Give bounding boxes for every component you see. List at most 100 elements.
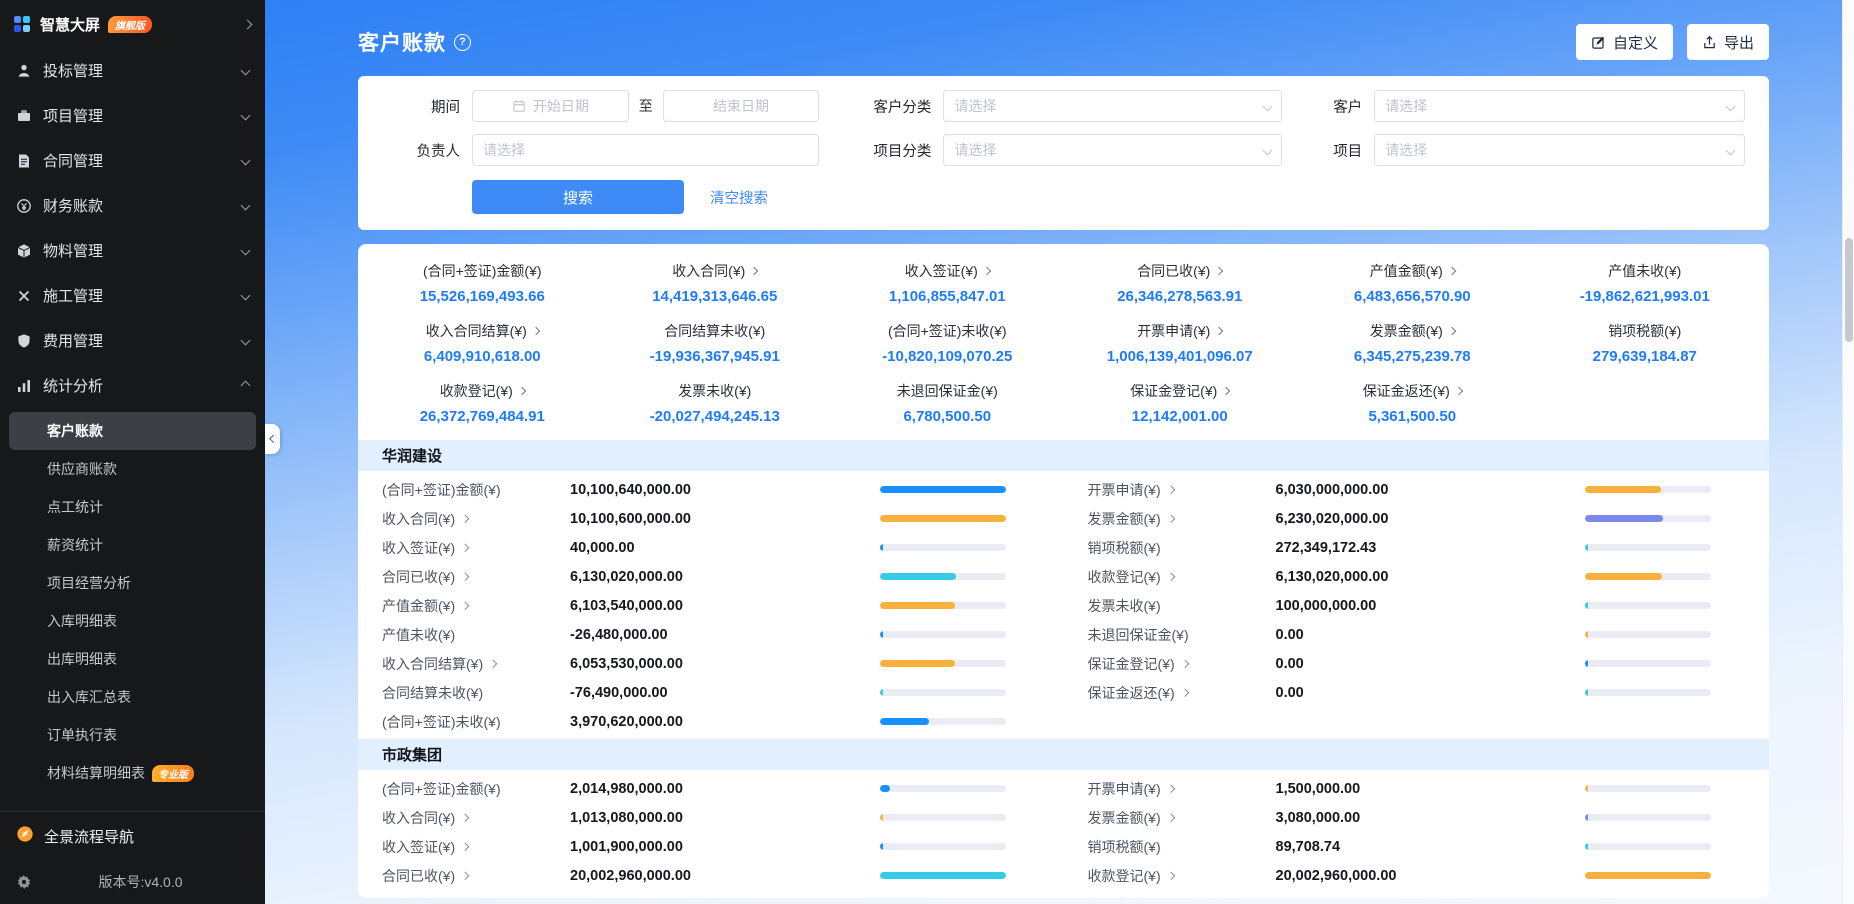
manager-input[interactable]: [472, 134, 820, 166]
material-icon: [16, 243, 32, 259]
search-button[interactable]: 搜索: [472, 180, 684, 214]
scrollbar-thumb[interactable]: [1845, 238, 1853, 342]
sidebar-item-construction[interactable]: 施工管理: [0, 273, 265, 318]
chevron-right-icon: [1166, 784, 1175, 793]
sidebar-item-material[interactable]: 物料管理: [0, 228, 265, 273]
metric-label[interactable]: 收入签证(¥): [382, 538, 570, 558]
metric-label[interactable]: 开票申请(¥): [1088, 779, 1276, 799]
chevron-right-icon: [531, 326, 541, 336]
metric-value: 10,100,600,000.00: [570, 510, 691, 527]
summary-metric-label: 产值未收(¥): [1608, 263, 1682, 279]
account-row: 保证金返还(¥) 0.00: [1088, 678, 1770, 707]
summary-metric-label[interactable]: 保证金返还(¥): [1302, 381, 1523, 401]
sidebar-subitem-order-execution[interactable]: 订单执行表: [9, 716, 256, 754]
summary-metric-label[interactable]: 收入签证(¥): [837, 261, 1058, 281]
metric-label[interactable]: 收款登记(¥): [1088, 866, 1276, 886]
metric-bar: [1585, 486, 1711, 493]
sidebar-item-stats[interactable]: 统计分析: [0, 363, 265, 408]
project-category-select[interactable]: 请选择: [943, 134, 1283, 166]
summary-metric-label[interactable]: 合同已收(¥): [1070, 261, 1291, 281]
chevron-right-icon: [460, 543, 469, 552]
summary-metric: 未退回保证金(¥) 6,780,500.50: [831, 373, 1064, 433]
filter-grid: 期间 开始日期 至 结束日期 客户分类 请选择 客户 请选择 负责人 请选择 项…: [382, 90, 1745, 166]
metric-label[interactable]: 合同已收(¥): [382, 567, 570, 587]
metric-label: 销项税额(¥): [1087, 539, 1161, 556]
customer-category-select[interactable]: 请选择: [943, 90, 1283, 122]
summary-metric-label[interactable]: 收款登记(¥): [372, 381, 593, 401]
account-row: 产值金额(¥) 6,103,540,000.00: [382, 591, 1064, 620]
sidebar-subitem-outbound-detail[interactable]: 出库明细表: [9, 640, 256, 678]
export-button[interactable]: 导出: [1686, 24, 1769, 60]
summary-metric-label[interactable]: 保证金登记(¥): [1070, 381, 1291, 401]
metric-label: (合同+签证)金额(¥): [382, 780, 501, 797]
metric-label[interactable]: 收入合同(¥): [382, 509, 570, 529]
sidebar-subitem-material-settlement-detail[interactable]: 材料结算明细表 专业版: [9, 754, 256, 792]
metric-label[interactable]: 合同已收(¥): [382, 866, 570, 886]
section-left-column: (合同+签证)金额(¥) 2,014,980,000.00 收入合同(¥) 1,013…: [358, 774, 1064, 898]
sidebar-subitem-project-operation-analysis[interactable]: 项目经营分析: [9, 564, 256, 602]
metric-bar: [1585, 602, 1711, 609]
sidebar-subitem-supplier-accounts[interactable]: 供应商账款: [9, 450, 256, 488]
clear-search-link[interactable]: 清空搜索: [710, 187, 768, 208]
sidebar-item-expense[interactable]: 费用管理: [0, 318, 265, 363]
metric-bar: [1585, 515, 1711, 522]
account-row: 发票金额(¥) 6,230,020,000.00: [1088, 504, 1770, 533]
customer-label: 客户: [1333, 99, 1363, 116]
metric-label[interactable]: 收款登记(¥): [1088, 567, 1276, 587]
customer-select[interactable]: 请选择: [1374, 90, 1745, 122]
sidebar-item-bid[interactable]: 投标管理: [0, 48, 265, 93]
summary-metric-label[interactable]: 发票金额(¥): [1302, 321, 1523, 341]
sidebar-subitem-salary-stats[interactable]: 薪资统计: [9, 526, 256, 564]
app-logo-icon: [14, 16, 30, 32]
metric-label[interactable]: 收入合同结算(¥): [382, 654, 570, 674]
metric-label[interactable]: 收入签证(¥): [382, 837, 570, 857]
metric-label[interactable]: 保证金返还(¥): [1088, 683, 1276, 703]
summary-metric-value: 26,346,278,563.91: [1117, 288, 1243, 305]
metric-value: 6,103,540,000.00: [570, 597, 683, 614]
summary-metric-label[interactable]: 收入合同(¥): [605, 261, 826, 281]
customize-button[interactable]: 自定义: [1575, 24, 1673, 60]
sidebar-subitem-label: 项目经营分析: [47, 575, 131, 591]
summary-metric: 合同结算未收(¥) -19,936,367,945.91: [599, 313, 832, 373]
summary-metric-value: 6,780,500.50: [903, 408, 992, 425]
metric-value: 6,130,020,000.00: [570, 568, 683, 585]
vertical-scrollbar[interactable]: [1842, 0, 1854, 904]
gear-icon[interactable]: [16, 874, 32, 890]
metric-bar: [879, 515, 1006, 522]
chevron-down-icon: [240, 290, 251, 301]
panorama-nav-item[interactable]: 全景流程导航: [0, 812, 265, 860]
sidebar-subitem-in-out-summary[interactable]: 出入库汇总表: [9, 678, 256, 716]
sidebar-subitem-daywork-stats[interactable]: 点工统计: [9, 488, 256, 526]
help-icon[interactable]: ?: [454, 33, 471, 51]
summary-metric-label[interactable]: 产值金额(¥): [1302, 261, 1523, 281]
metric-label[interactable]: 收入合同(¥): [382, 808, 570, 828]
chevron-right-icon: [460, 572, 469, 581]
end-date-input[interactable]: 结束日期: [662, 90, 820, 122]
sidebar-item-smart-dashboard[interactable]: 智慧大屏 旗舰版: [0, 0, 265, 48]
project-icon: [16, 108, 32, 124]
sidebar-subitem-label: 出库明细表: [47, 651, 117, 667]
content: 客户账款 ? 自定义 导出 期间 开始日期 至 结束日期 客户分类 请选择 客户…: [265, 0, 1854, 904]
sidebar-subitem-inbound-detail[interactable]: 入库明细表: [9, 602, 256, 640]
chevron-down-icon: [1262, 145, 1273, 155]
metric-label[interactable]: 产值金额(¥): [382, 895, 570, 899]
metric-label[interactable]: 发票金额(¥): [1088, 509, 1276, 529]
summary-metric-label[interactable]: 收入合同结算(¥): [372, 321, 593, 341]
start-date-input[interactable]: 开始日期: [472, 90, 629, 122]
metric-label[interactable]: 保证金登记(¥): [1088, 654, 1276, 674]
sidebar-item-finance[interactable]: 财务账款: [0, 183, 265, 228]
metric-bar: [879, 660, 1006, 667]
section-left-column: (合同+签证)金额(¥) 10,100,640,000.00 收入合同(¥) 10,1…: [358, 475, 1064, 736]
metric-value: 272,349,172.43: [1275, 539, 1377, 556]
sidebar-item-contract[interactable]: 合同管理: [0, 138, 265, 183]
project-select[interactable]: 请选择: [1374, 134, 1745, 166]
sidebar-item-label: 投标管理: [43, 63, 104, 80]
sidebar-subitem-customer-accounts[interactable]: 客户账款: [9, 412, 256, 450]
metric-label[interactable]: 开票申请(¥): [1088, 480, 1276, 500]
metric-value: 83,612,000.00: [570, 897, 880, 899]
sidebar-item-project[interactable]: 项目管理: [0, 93, 265, 138]
summary-metric-label[interactable]: 开票申请(¥): [1070, 321, 1291, 341]
metric-label[interactable]: 发票金额(¥): [1088, 808, 1276, 828]
metric-label[interactable]: 产值金额(¥): [382, 596, 570, 616]
sidebar-collapse-button[interactable]: [265, 424, 280, 454]
